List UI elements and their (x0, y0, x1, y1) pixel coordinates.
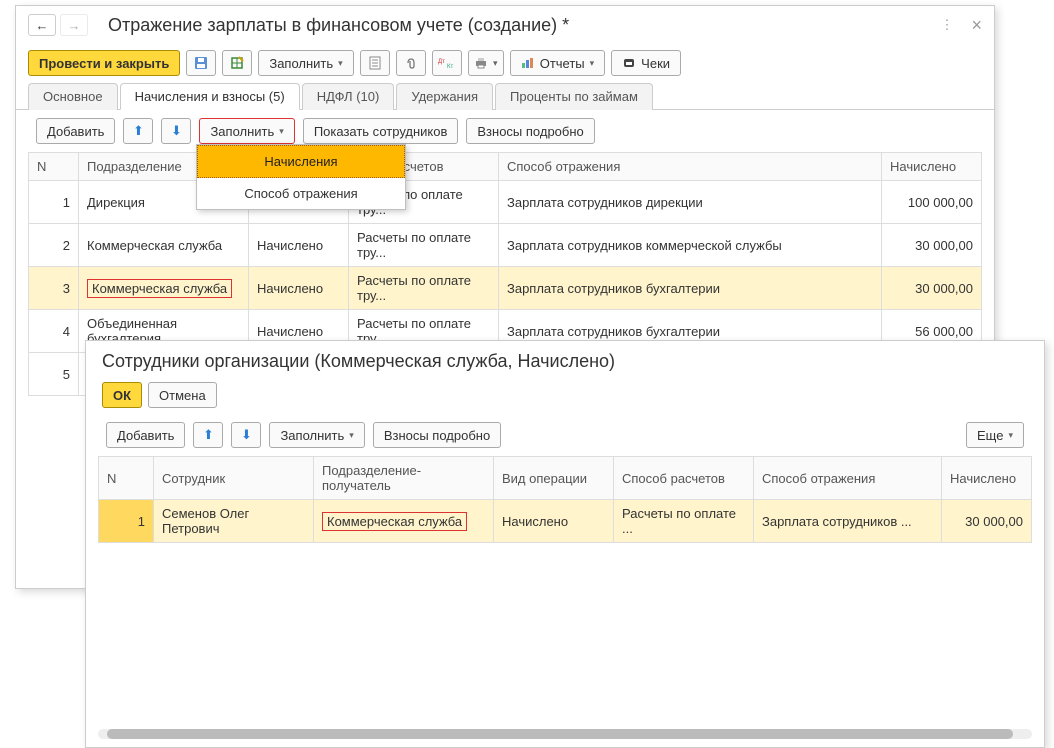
table-row-selected[interactable]: 3 Коммерческая служба Начислено Расчеты … (29, 267, 982, 310)
chevron-down-icon: ▾ (1008, 430, 1013, 441)
sub-move-up-button[interactable]: ⬆ (193, 422, 223, 448)
arrow-right-icon: → (68, 18, 81, 33)
sub-col-refl[interactable]: Способ отражения (754, 457, 942, 500)
arrow-down-icon: ⬇ (241, 427, 252, 443)
table-row[interactable]: 2 Коммерческая служба Начислено Расчеты … (29, 224, 982, 267)
dropdown-item-reflection[interactable]: Способ отражения (197, 178, 405, 209)
add-button[interactable]: Добавить (36, 118, 115, 144)
document-icon (369, 56, 381, 70)
fill-button[interactable]: Заполнить▾ (258, 50, 353, 76)
dtkt-button[interactable]: ДтКт (432, 50, 462, 76)
printer-icon (474, 56, 488, 70)
dept-highlighted: Коммерческая служба (87, 279, 232, 298)
document-button[interactable] (360, 50, 390, 76)
table-row[interactable]: 1 Дирекция асчеты по оплате тру... Зарпл… (29, 181, 982, 224)
contributions-detail-button[interactable]: Взносы подробно (466, 118, 594, 144)
dropdown-item-accruals[interactable]: Начисления (197, 145, 405, 178)
kebab-icon[interactable]: ⋮ (940, 17, 953, 33)
tabs: Основное Начисления и взносы (5) НДФЛ (1… (16, 82, 994, 110)
col-amt[interactable]: Начислено (882, 153, 982, 181)
more-button[interactable]: Еще ▾ (966, 422, 1024, 448)
arrow-down-icon: ⬇ (171, 123, 182, 139)
print-button[interactable]: ▾ (468, 50, 504, 76)
chevron-down-icon: ▾ (279, 126, 284, 137)
sub-title: Сотрудники организации (Коммерческая слу… (102, 351, 1028, 372)
chevron-down-icon: ▾ (349, 430, 354, 441)
arrow-up-icon: ⬆ (133, 123, 144, 139)
page-title: Отражение зарплаты в финансовом учете (с… (108, 15, 940, 36)
sub-col-calc[interactable]: Способ расчетов (614, 457, 754, 500)
titlebar: ← → Отражение зарплаты в финансовом учет… (16, 6, 994, 44)
chart-icon (521, 57, 535, 69)
save-button[interactable] (186, 50, 216, 76)
fill-dropdown-menu: Начисления Способ отражения (196, 144, 406, 210)
receipt-icon (622, 57, 636, 69)
sub-toolbar: Добавить ⬆ ⬇ Заполнить ▾ Взносы подробно… (86, 414, 1044, 456)
post-icon (230, 56, 244, 70)
tab-loans[interactable]: Проценты по займам (495, 83, 653, 110)
cancel-button[interactable]: Отмена (148, 382, 217, 408)
dtkt-icon: ДтКт (438, 57, 456, 69)
fill-dropdown-button[interactable]: Заполнить ▾ (199, 118, 294, 144)
sub-col-n[interactable]: N (99, 457, 154, 500)
attach-button[interactable] (396, 50, 426, 76)
move-down-button[interactable]: ⬇ (161, 118, 191, 144)
close-icon[interactable]: × (971, 15, 982, 36)
sub-col-op[interactable]: Вид операции (494, 457, 614, 500)
nav-forward-button[interactable]: → (60, 14, 88, 36)
paperclip-icon (404, 56, 418, 70)
reports-button[interactable]: Отчеты▾ (510, 50, 605, 76)
move-up-button[interactable]: ⬆ (123, 118, 153, 144)
chevron-down-icon: ▾ (338, 58, 343, 69)
main-toolbar: Провести и закрыть Заполнить▾ ДтКт ▾ Отч… (16, 44, 994, 82)
nav-back-button[interactable]: ← (28, 14, 56, 36)
tab-deductions[interactable]: Удержания (396, 83, 493, 110)
arrow-left-icon: ← (36, 18, 49, 33)
sub-col-amt[interactable]: Начислено (942, 457, 1032, 500)
employees-table: N Сотрудник Подразделение-получатель Вид… (98, 456, 1032, 543)
chevron-down-icon: ▾ (493, 58, 498, 69)
col-n[interactable]: N (29, 153, 79, 181)
col-refl[interactable]: Способ отражения (499, 153, 882, 181)
tab-main[interactable]: Основное (28, 83, 118, 110)
sub-fill-button[interactable]: Заполнить ▾ (269, 422, 364, 448)
accruals-toolbar: Добавить ⬆ ⬇ Заполнить ▾ Показать сотруд… (16, 110, 994, 152)
arrow-up-icon: ⬆ (203, 427, 214, 443)
show-employees-button[interactable]: Показать сотрудников (303, 118, 459, 144)
sub-add-button[interactable]: Добавить (106, 422, 185, 448)
chevron-down-icon: ▾ (590, 58, 595, 69)
employees-sub-window: Сотрудники организации (Коммерческая слу… (85, 340, 1045, 748)
floppy-icon (194, 56, 208, 70)
svg-text:Кт: Кт (447, 64, 453, 69)
ok-button[interactable]: ОК (102, 382, 142, 408)
post-button[interactable] (222, 50, 252, 76)
checks-button[interactable]: Чеки (611, 50, 681, 76)
sub-move-down-button[interactable]: ⬇ (231, 422, 261, 448)
tab-ndfl[interactable]: НДФЛ (10) (302, 83, 395, 110)
sub-col-emp[interactable]: Сотрудник (154, 457, 314, 500)
horizontal-scrollbar[interactable] (98, 729, 1032, 739)
svg-text:Дт: Дт (438, 59, 445, 65)
tab-accruals[interactable]: Начисления и взносы (5) (120, 83, 300, 110)
post-and-close-button[interactable]: Провести и закрыть (28, 50, 180, 76)
dept-highlighted: Коммерческая служба (322, 512, 467, 531)
sub-contributions-button[interactable]: Взносы подробно (373, 422, 501, 448)
table-row-selected[interactable]: 1 Семенов Олег Петрович Коммерческая слу… (99, 500, 1032, 543)
sub-col-dept[interactable]: Подразделение-получатель (314, 457, 494, 500)
